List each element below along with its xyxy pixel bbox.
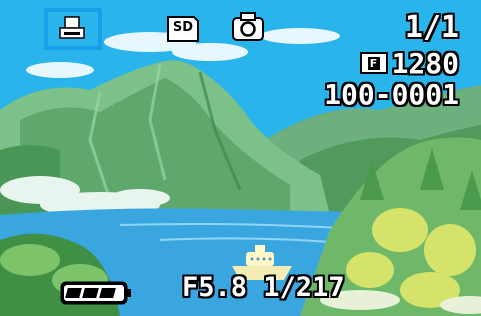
print-order-icon: [59, 16, 85, 39]
frame-counter: 1/1: [404, 10, 459, 45]
camera-icon: [230, 10, 266, 48]
file-number: 100-0001: [324, 78, 459, 111]
camera-playback-screen: SD 1/1 F 1280 100-0001 F5.8 1/217: [0, 0, 481, 316]
print-order-indicator[interactable]: [44, 8, 102, 50]
sd-card-icon: SD: [166, 15, 200, 47]
quality-icon-label: F: [367, 57, 380, 70]
shutter-speed-value: 1/217: [263, 272, 345, 303]
sd-card-label: SD: [172, 20, 194, 35]
quality-icon: F: [359, 52, 388, 74]
image-size: 1280: [391, 46, 459, 80]
exposure-info: F5.8 1/217: [182, 272, 345, 303]
image-size-row: F 1280: [359, 45, 459, 81]
battery-full-icon: [60, 280, 132, 310]
aperture-value: F5.8: [182, 272, 248, 303]
